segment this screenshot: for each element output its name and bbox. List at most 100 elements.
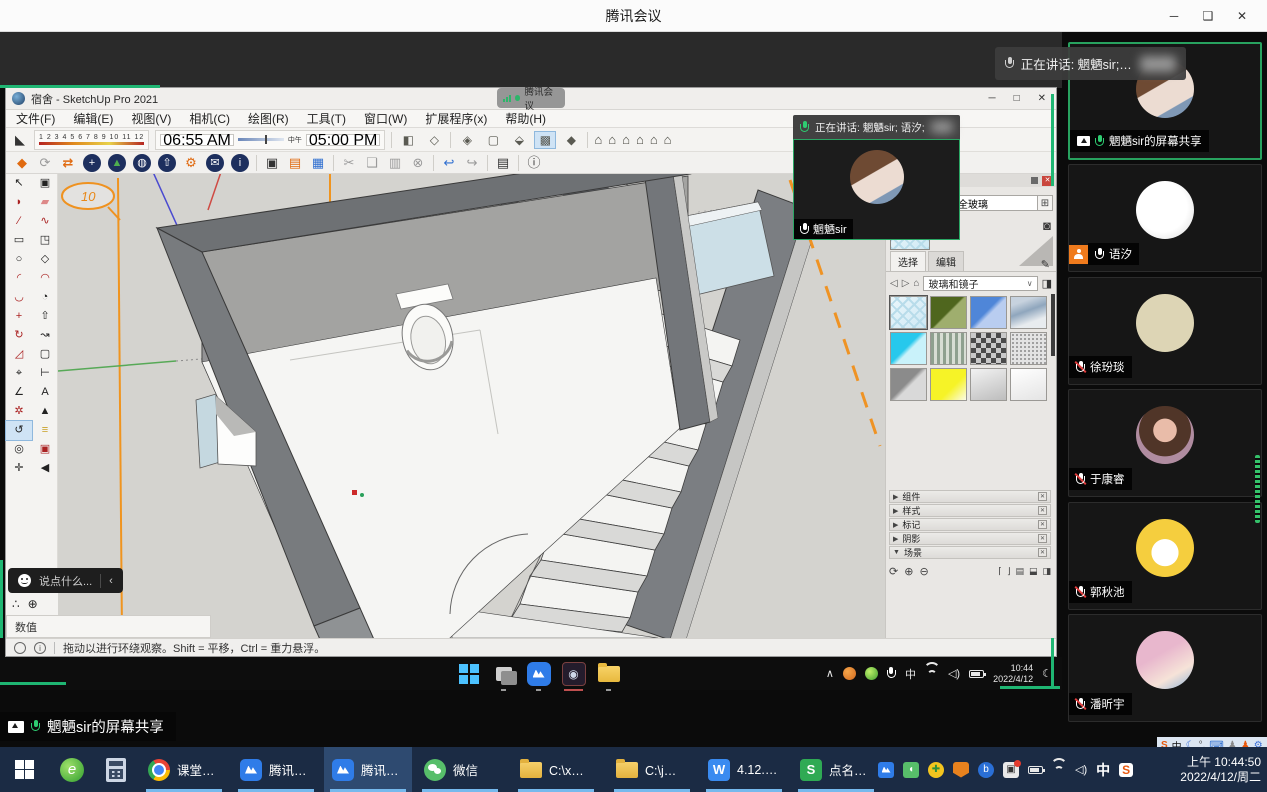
close-icon[interactable]: ✕ — [1038, 506, 1047, 515]
right-view-icon[interactable]: ⌂ — [636, 132, 644, 147]
file-explorer-icon[interactable] — [595, 660, 622, 687]
rectangle-tool-icon[interactable]: ▭ — [6, 231, 32, 250]
forward-icon[interactable]: ▷ — [902, 278, 910, 289]
material-swatch[interactable] — [970, 368, 1007, 401]
start-button-shared[interactable] — [455, 660, 482, 687]
material-swatch[interactable] — [890, 332, 927, 365]
material-swatch[interactable] — [930, 296, 967, 329]
help-icon[interactable]: i — [34, 642, 46, 654]
sidebar-scrollbar[interactable] — [1255, 455, 1260, 523]
taskbar-app-wps-doc[interactable]: W 4.12.do... — [700, 747, 788, 792]
menu-draw[interactable]: 绘图(R) — [248, 110, 289, 127]
3d-text-tool-icon[interactable]: ▲ — [32, 402, 58, 421]
open-file-icon[interactable]: ▤ — [287, 156, 303, 169]
sample-paint-icon[interactable]: ◨ — [1042, 277, 1052, 290]
top-view-icon[interactable]: ⌂ — [608, 132, 616, 147]
collapse-chat-icon[interactable]: ‹ — [109, 575, 113, 587]
menu-edit[interactable]: 编辑(E) — [73, 110, 113, 127]
add-scene-icon[interactable]: ⊕ — [904, 565, 913, 578]
orbit-tool-icon[interactable]: ↺ — [6, 421, 32, 440]
extension-icon[interactable]: ◆ — [14, 156, 30, 169]
zoom-window-tool-icon[interactable]: ▣ — [32, 440, 58, 459]
paint-bucket-tool-icon[interactable]: ◗ — [6, 193, 32, 212]
meeting-chat-pill[interactable]: 说点什么... ‹ — [8, 568, 123, 593]
line-tool-icon[interactable]: ∕ — [6, 212, 32, 231]
paint-sample-icon[interactable]: ◙ — [1043, 218, 1051, 233]
input-method-indicator[interactable]: 中 — [1096, 760, 1110, 780]
refresh-scene-icon[interactable]: ⟳ — [889, 565, 898, 578]
taskbar-clock[interactable]: 上午 10:44:50 2022/4/12/周二 — [1180, 747, 1261, 792]
circle-tool-icon[interactable]: ○ — [6, 250, 32, 269]
calculator-icon[interactable] — [96, 747, 136, 792]
view-options-icon[interactable]: ▤ — [1015, 566, 1024, 577]
time-slider-track[interactable] — [238, 138, 284, 141]
tencent-meeting-taskbar-icon[interactable] — [525, 660, 552, 687]
chat-placeholder[interactable]: 说点什么... — [39, 573, 92, 589]
emoji-icon[interactable] — [18, 574, 31, 587]
shared-clock[interactable]: 10:44 2022/4/12 — [993, 663, 1033, 685]
axes-tool-icon[interactable]: ✲ — [6, 402, 32, 421]
copy-icon[interactable]: ❑ — [364, 156, 380, 169]
tray-mic-icon[interactable] — [887, 667, 896, 680]
pan-tool-icon[interactable]: ≡ — [32, 421, 58, 440]
sketchup-taskbar-icon[interactable]: ◉ — [560, 660, 587, 687]
zoom-extents-tool-icon[interactable]: ✛ — [6, 459, 32, 478]
close-icon[interactable]: ✕ — [1038, 520, 1047, 529]
panel-styles[interactable]: ▶ 样式 ✕ — [889, 504, 1051, 517]
polygon-tool-icon[interactable]: ◇ — [32, 250, 58, 269]
menu-camera[interactable]: 相机(C) — [189, 110, 230, 127]
walk-tool-icon[interactable]: ∴ — [12, 597, 20, 611]
bluetooth-icon[interactable]: b — [978, 762, 994, 778]
restore-icon[interactable]: ❑ — [1191, 9, 1225, 23]
scale-tool-icon[interactable]: ◿ — [6, 345, 32, 364]
three-point-arc-tool-icon[interactable]: ◡ — [6, 288, 32, 307]
wireframe-style-icon[interactable]: ◇ — [424, 132, 444, 148]
back-view-icon[interactable]: ⌂ — [650, 132, 658, 147]
alert-tray-icon[interactable]: ▣ — [1003, 762, 1019, 778]
push-pull-tool-icon[interactable]: ⇧ — [32, 307, 58, 326]
taskbar-app-folder-1[interactable]: C:\x线上... — [512, 747, 600, 792]
su-restore-icon[interactable]: □ — [1014, 93, 1020, 104]
protractor-tool-icon[interactable]: ∠ — [6, 383, 32, 402]
select-arrow-icon[interactable]: ◣ — [12, 133, 28, 146]
battery-icon[interactable] — [969, 670, 984, 678]
rotate-tool-icon[interactable]: ↻ — [6, 326, 32, 345]
back-icon[interactable]: ◁ — [890, 278, 898, 289]
refresh-icon[interactable]: ⟳ — [37, 156, 53, 169]
presenter-overlay[interactable]: 正在讲话: 魍魉sir; 语汐; 魍魉sir — [793, 115, 960, 240]
close-icon[interactable]: ✕ — [1038, 534, 1047, 543]
paste-icon[interactable]: ▥ — [387, 156, 403, 169]
meeting-tray-icon[interactable] — [878, 762, 894, 778]
panel-shadows[interactable]: ▶ 阴影 ✕ — [889, 532, 1051, 545]
close-icon[interactable]: ✕ — [1038, 548, 1047, 557]
taskbar-app-wechat[interactable]: 微信 — [416, 747, 504, 792]
textured-style-icon[interactable]: ▩ — [535, 132, 555, 148]
tree-component-icon[interactable]: ▲ — [108, 154, 126, 172]
model-info-icon[interactable]: ⓘ — [526, 156, 542, 169]
shadow-time-slider[interactable]: 06:55 AM 中午 05:00 PM — [155, 130, 385, 150]
su-minimize-icon[interactable]: ─ — [988, 93, 995, 104]
redo-icon[interactable]: ↪ — [464, 156, 480, 169]
tab-edit[interactable]: 编辑 — [928, 251, 964, 271]
tray-ketang-icon[interactable] — [843, 667, 856, 680]
settings-gear-icon[interactable]: ⚙ — [183, 156, 199, 169]
component-tool-icon[interactable]: ▣ — [32, 174, 58, 193]
erase-icon[interactable]: ⊗ — [410, 156, 426, 169]
new-file-icon[interactable]: ▣ — [264, 156, 280, 169]
eyedropper-icon[interactable]: ✎ — [1041, 258, 1050, 271]
text-tool-icon[interactable]: A — [32, 383, 58, 402]
collection-dropdown[interactable]: 玻璃和镜子 ∨ — [923, 276, 1037, 291]
home-icon[interactable]: ⌂ — [913, 278, 919, 289]
eraser-tool-icon[interactable]: ▰ — [32, 193, 58, 212]
tray-green-icon[interactable] — [865, 667, 878, 680]
material-swatch[interactable] — [890, 296, 927, 329]
mail-icon[interactable]: ✉ — [206, 154, 224, 172]
menu-help[interactable]: 帮助(H) — [505, 110, 546, 127]
participant-tile[interactable]: 于康睿 — [1068, 389, 1262, 497]
minimize-icon[interactable]: ─ — [1157, 9, 1191, 23]
create-material-button[interactable]: ⊞ — [1037, 195, 1053, 211]
arc-tool-icon[interactable]: ◜ — [6, 269, 32, 288]
freehand-tool-icon[interactable]: ∿ — [32, 212, 58, 231]
taskbar-app-meeting-2[interactable]: 腾讯会议 — [324, 747, 412, 792]
select-tool-icon[interactable]: ↖ — [6, 174, 32, 193]
